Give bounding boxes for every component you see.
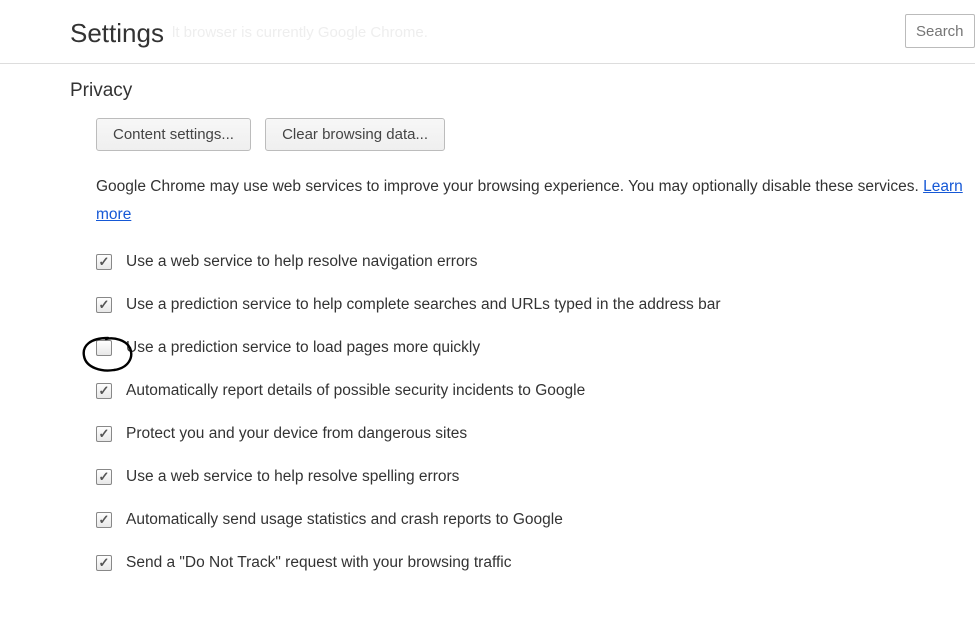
faded-default-browser-text: lt browser is currently Google Chrome. bbox=[172, 24, 428, 41]
clear-browsing-data-button[interactable]: Clear browsing data... bbox=[265, 118, 445, 151]
privacy-option-label: Send a "Do Not Track" request with your … bbox=[126, 554, 511, 572]
header-bar: Settings lt browser is currently Google … bbox=[0, 0, 975, 64]
privacy-option-checkbox[interactable] bbox=[96, 512, 112, 528]
privacy-option-row: Protect you and your device from dangero… bbox=[96, 425, 975, 443]
privacy-options-list: Use a web service to help resolve naviga… bbox=[96, 253, 975, 572]
privacy-option-row: Use a web service to help resolve spelli… bbox=[96, 468, 975, 486]
privacy-option-label: Automatically report details of possible… bbox=[126, 382, 585, 400]
privacy-option-row: Automatically report details of possible… bbox=[96, 382, 975, 400]
privacy-option-row: Automatically send usage statistics and … bbox=[96, 511, 975, 529]
privacy-section-title: Privacy bbox=[70, 80, 975, 102]
privacy-option-label: Use a prediction service to help complet… bbox=[126, 296, 721, 314]
privacy-option-checkbox[interactable] bbox=[96, 469, 112, 485]
privacy-option-row: Use a prediction service to load pages m… bbox=[96, 339, 975, 357]
content-area: Privacy Content settings... Clear browsi… bbox=[0, 64, 975, 572]
privacy-option-checkbox[interactable] bbox=[96, 426, 112, 442]
search-input[interactable] bbox=[905, 14, 975, 48]
privacy-option-label: Use a prediction service to load pages m… bbox=[126, 339, 480, 357]
privacy-option-row: Use a prediction service to help complet… bbox=[96, 296, 975, 314]
privacy-option-row: Send a "Do Not Track" request with your … bbox=[96, 554, 975, 572]
content-settings-button[interactable]: Content settings... bbox=[96, 118, 251, 151]
privacy-option-label: Use a web service to help resolve naviga… bbox=[126, 253, 478, 271]
privacy-option-checkbox[interactable] bbox=[96, 297, 112, 313]
privacy-option-checkbox[interactable] bbox=[96, 254, 112, 270]
privacy-option-row: Use a web service to help resolve naviga… bbox=[96, 253, 975, 271]
privacy-option-checkbox[interactable] bbox=[96, 340, 112, 356]
privacy-option-checkbox[interactable] bbox=[96, 555, 112, 571]
privacy-description-text: Google Chrome may use web services to im… bbox=[96, 178, 923, 195]
privacy-option-label: Automatically send usage statistics and … bbox=[126, 511, 563, 529]
privacy-option-label: Use a web service to help resolve spelli… bbox=[126, 468, 459, 486]
privacy-description: Google Chrome may use web services to im… bbox=[96, 173, 975, 229]
privacy-option-checkbox[interactable] bbox=[96, 383, 112, 399]
privacy-option-label: Protect you and your device from dangero… bbox=[126, 425, 467, 443]
privacy-button-row: Content settings... Clear browsing data.… bbox=[96, 118, 975, 151]
page-title: Settings bbox=[70, 18, 164, 49]
